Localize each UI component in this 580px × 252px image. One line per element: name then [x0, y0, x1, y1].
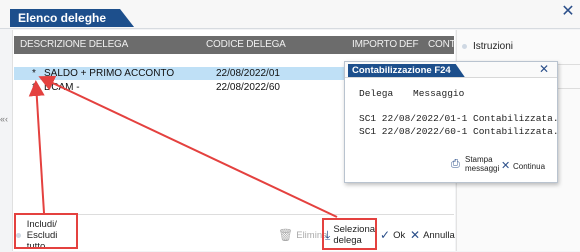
- annotation-arrows: [28, 75, 338, 218]
- annotation-arrow: [38, 75, 338, 218]
- annotation-arrow: [28, 80, 45, 214]
